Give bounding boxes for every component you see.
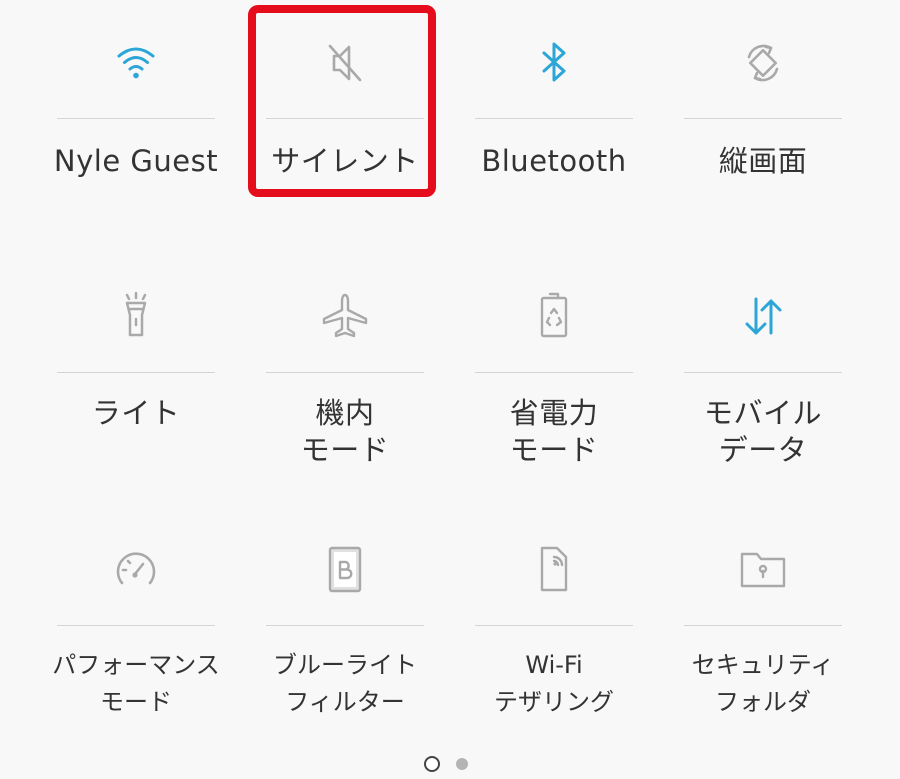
- page-dot-current[interactable]: [424, 756, 440, 772]
- tile-divider: [475, 625, 633, 626]
- tile-label: Bluetooth: [481, 144, 627, 178]
- tile-label: モバイル データ: [703, 396, 822, 467]
- highlight-box: [248, 5, 436, 197]
- quick-settings-panel: Nyle Guest サイレント Bluetooth 縦画面 ライト 機内 モー…: [0, 0, 900, 779]
- performance-gauge-icon: [106, 540, 166, 600]
- tile-divider: [57, 118, 215, 119]
- tile-label: 省電力 モード: [509, 396, 599, 467]
- tile-label: 縦画面: [718, 144, 808, 178]
- tile-divider: [266, 625, 424, 626]
- secure-folder-icon: [733, 540, 793, 600]
- tile-divider: [684, 372, 842, 373]
- tile-divider: [475, 118, 633, 119]
- tile-divider: [475, 372, 633, 373]
- tile-divider: [266, 372, 424, 373]
- battery-saver-icon: [524, 287, 584, 347]
- tile-divider: [57, 625, 215, 626]
- tile-label: 機内 モード: [300, 396, 390, 467]
- tile-label: セキュリティ フォルダ: [691, 651, 835, 716]
- blue-light-filter-icon: [315, 540, 375, 600]
- tile-label: Wi-Fi テザリング: [494, 651, 614, 716]
- tile-label: パフォーマンス モード: [52, 651, 220, 716]
- wifi-tethering-icon: [524, 540, 584, 600]
- tile-label: Nyle Guest: [53, 144, 219, 178]
- tile-label: ライト: [91, 396, 181, 430]
- flashlight-icon: [106, 287, 166, 347]
- tile-divider: [57, 372, 215, 373]
- rotate-icon: [733, 33, 793, 93]
- airplane-icon: [315, 287, 375, 347]
- wifi-icon: [106, 33, 166, 93]
- page-dot[interactable]: [456, 758, 468, 770]
- tile-label: ブルーライト フィルター: [273, 651, 417, 716]
- bluetooth-icon: [524, 33, 584, 93]
- mobile-data-icon: [733, 287, 793, 347]
- tile-divider: [684, 118, 842, 119]
- page-indicator: [424, 755, 484, 773]
- tile-divider: [684, 625, 842, 626]
